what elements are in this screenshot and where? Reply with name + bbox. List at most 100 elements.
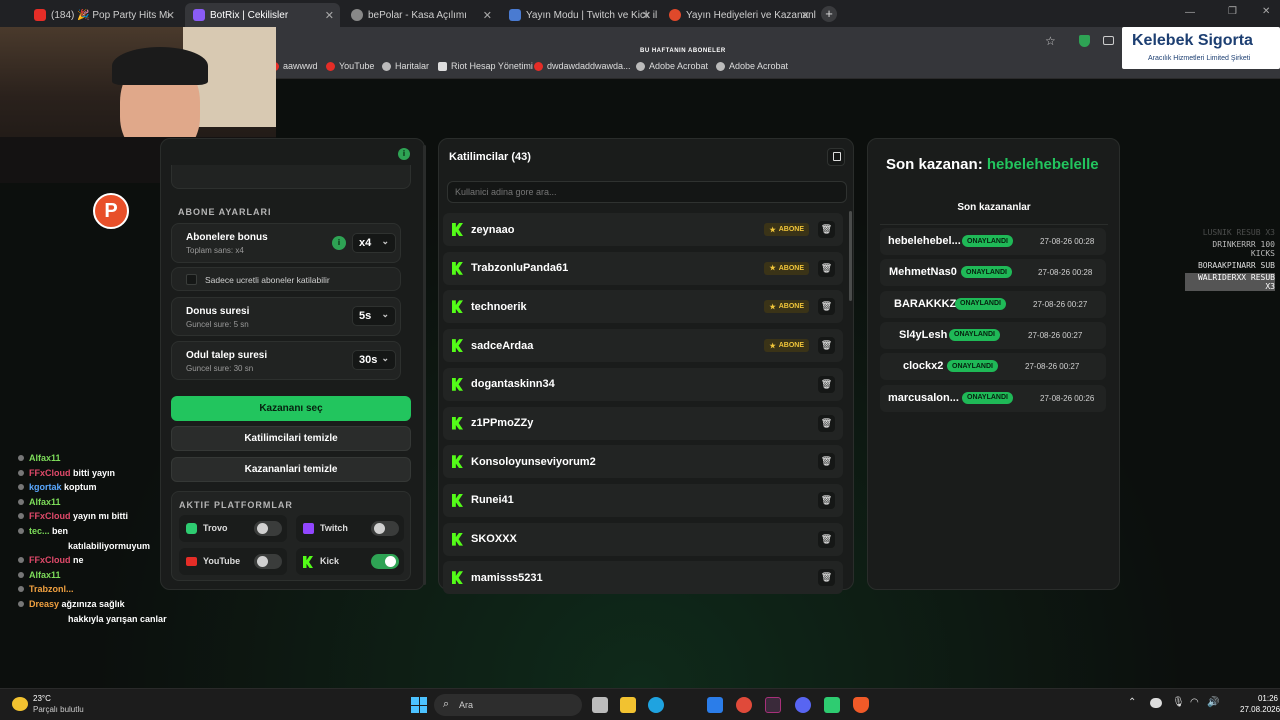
tab-bepolar[interactable]: bePolar - Kasa Açılımı ✕ bbox=[343, 3, 498, 27]
bookmark-item[interactable]: aawwwd bbox=[270, 61, 318, 71]
close-icon[interactable]: ✕ bbox=[166, 9, 175, 22]
participant-row[interactable]: z1PPmoZZy 🗑 bbox=[443, 406, 843, 440]
participants-scrollbar[interactable] bbox=[849, 211, 852, 301]
winner-name: MehmetNas0 bbox=[889, 266, 957, 279]
task-view-icon[interactable] bbox=[592, 697, 608, 713]
kick-toggle[interactable] bbox=[371, 554, 399, 569]
search-input[interactable] bbox=[447, 181, 847, 203]
clear-participants-button[interactable]: Katilimcilari temizle bbox=[171, 426, 411, 451]
microphone-icon[interactable]: 🎙 bbox=[1172, 697, 1185, 708]
chat-text: ben bbox=[52, 526, 69, 536]
wifi-icon[interactable]: ◠ bbox=[1190, 697, 1199, 708]
delete-button[interactable]: 🗑 bbox=[818, 414, 835, 432]
mail-icon[interactable] bbox=[707, 697, 723, 713]
status-badge: ONAYLANDI bbox=[962, 391, 1013, 404]
participant-row[interactable]: Runei41 🗑 bbox=[443, 483, 843, 517]
trovo-toggle[interactable] bbox=[254, 521, 282, 536]
delete-button[interactable]: 🗑 bbox=[818, 453, 835, 471]
chat-username: FFxCloud bbox=[29, 467, 71, 478]
badge-icon bbox=[18, 469, 24, 476]
bookmark-item[interactable]: Riot Hesap Yönetimi bbox=[438, 61, 533, 71]
trash-icon: 🗑 bbox=[820, 417, 833, 428]
claim-time-select[interactable]: 30s ⌄ bbox=[352, 350, 396, 370]
maximize-icon[interactable]: ❐ bbox=[1228, 6, 1237, 17]
volume-icon[interactable]: 🔊 bbox=[1207, 697, 1219, 708]
tab-label: Yayın Hediyeleri ve Kazananla bbox=[686, 9, 816, 21]
taskbar-search[interactable]: ⌕ Ara bbox=[434, 694, 582, 716]
new-tab-button[interactable]: + bbox=[821, 6, 837, 22]
extension-icon[interactable] bbox=[1103, 36, 1114, 45]
clear-winners-button[interactable]: Kazananlari temizle bbox=[171, 457, 411, 482]
delete-button[interactable]: 🗑 bbox=[818, 298, 835, 316]
delete-button[interactable]: 🗑 bbox=[818, 530, 835, 548]
kick-icon bbox=[452, 493, 463, 507]
brave-icon[interactable] bbox=[853, 697, 869, 713]
bookmark-item[interactable]: Adobe Acrobat bbox=[716, 61, 788, 71]
paid-only-row[interactable]: Sadece ucretli aboneler katilabilir bbox=[171, 267, 401, 291]
participant-row[interactable]: TrabzonluPanda61 ★ ABONE 🗑 bbox=[443, 251, 843, 285]
youtube-icon bbox=[186, 557, 197, 566]
delete-button[interactable]: 🗑 bbox=[818, 259, 835, 277]
bonus-time-select[interactable]: 5s ⌄ bbox=[352, 306, 396, 326]
participant-row[interactable]: Konsoloyunseviyorum2 🗑 bbox=[443, 445, 843, 479]
close-window-icon[interactable]: ✕ bbox=[1262, 6, 1270, 17]
bookmark-item[interactable]: dwdawdaddwawda... bbox=[534, 61, 631, 71]
weather-icon bbox=[12, 697, 28, 711]
youtube-toggle[interactable] bbox=[254, 554, 282, 569]
chrome-icon[interactable] bbox=[736, 697, 752, 713]
tab-bar: (184) 🎉 Pop Party Hits Mi ✕ BotRix | Cek… bbox=[0, 0, 1280, 27]
delete-button[interactable]: 🗑 bbox=[818, 337, 835, 355]
participant-row[interactable]: technoerik ★ ABONE 🗑 bbox=[443, 290, 843, 324]
app-icon[interactable] bbox=[765, 697, 781, 713]
stream-feed: LUSNIK RESUB X3 DRINKERRR 100 KICKS BORA… bbox=[1185, 228, 1275, 291]
settings-scrollbar[interactable] bbox=[423, 145, 426, 585]
tab-youtube-music[interactable]: (184) 🎉 Pop Party Hits Mi ✕ bbox=[26, 3, 181, 27]
participant-row[interactable]: mamisss5231 🗑 bbox=[443, 561, 843, 595]
platform-twitch: Twitch bbox=[296, 515, 404, 542]
info-icon[interactable]: i bbox=[398, 148, 410, 160]
discord-icon[interactable] bbox=[795, 697, 811, 713]
feed-item: BORAAKPINARR SUB bbox=[1197, 261, 1275, 270]
bookmark-item[interactable]: YouTube bbox=[326, 61, 374, 71]
tab-yayin-modu[interactable]: Yayın Modu | Twitch ve Kick ile ✕ bbox=[501, 3, 657, 27]
tab-botrix[interactable]: BotRix | Cekilisler ✕ bbox=[185, 3, 340, 27]
settings-top-input[interactable] bbox=[171, 165, 411, 189]
pick-winner-button[interactable]: Kazananı seç bbox=[171, 396, 411, 421]
delete-button[interactable]: 🗑 bbox=[818, 221, 835, 238]
bookmark-item[interactable]: Haritalar bbox=[382, 61, 429, 71]
chat-username: FFxCloud bbox=[29, 511, 71, 522]
participant-row[interactable]: sadceArdaa ★ ABONE 🗑 bbox=[443, 329, 843, 363]
participant-row[interactable]: zeynaao ★ ABONE 🗑 bbox=[443, 213, 843, 246]
badge-icon bbox=[18, 557, 24, 564]
shield-icon[interactable] bbox=[1079, 35, 1090, 47]
close-icon[interactable]: ✕ bbox=[801, 9, 810, 22]
twitch-toggle[interactable] bbox=[371, 521, 399, 536]
copy-button[interactable] bbox=[827, 148, 845, 166]
file-explorer-icon[interactable] bbox=[620, 697, 636, 713]
bookmark-item[interactable]: Adobe Acrobat bbox=[636, 61, 708, 71]
edge-icon[interactable] bbox=[648, 697, 664, 713]
cloud-icon[interactable] bbox=[1150, 698, 1162, 708]
bookmark-star-icon[interactable]: ☆ bbox=[1045, 34, 1056, 48]
winner-row: MehmetNas0 ONAYLANDI 27-08-26 00:28 bbox=[880, 259, 1106, 287]
delete-button[interactable]: 🗑 bbox=[818, 491, 835, 509]
winner-row: marcusalon... ONAYLANDI 27-08-26 00:26 bbox=[880, 384, 1106, 412]
chevron-up-icon[interactable]: ⌃ bbox=[1128, 697, 1136, 708]
badge-icon bbox=[18, 455, 24, 461]
windows-start-icon[interactable] bbox=[411, 697, 427, 713]
participant-row[interactable]: SKOXXX 🗑 bbox=[443, 522, 843, 556]
minimize-icon[interactable]: — bbox=[1185, 7, 1195, 18]
close-icon[interactable]: ✕ bbox=[642, 9, 651, 22]
delete-button[interactable]: 🗑 bbox=[818, 375, 835, 393]
app-icon[interactable] bbox=[824, 697, 840, 713]
clock[interactable]: 01:26 27.08.2026 bbox=[1240, 694, 1280, 714]
participants-title: Katilimcilar (43) bbox=[449, 151, 531, 163]
close-icon[interactable]: ✕ bbox=[325, 9, 334, 22]
tab-yayin-hediyeleri[interactable]: Yayın Hediyeleri ve Kazananla ✕ bbox=[661, 3, 816, 27]
participant-row[interactable]: dogantaskinn34 🗑 bbox=[443, 367, 843, 401]
sub-bonus-select[interactable]: x4 ⌄ bbox=[352, 233, 396, 253]
close-icon[interactable]: ✕ bbox=[483, 9, 492, 22]
paid-only-checkbox[interactable] bbox=[186, 274, 197, 285]
delete-button[interactable]: 🗑 bbox=[818, 569, 835, 587]
info-icon[interactable]: i bbox=[332, 236, 346, 250]
